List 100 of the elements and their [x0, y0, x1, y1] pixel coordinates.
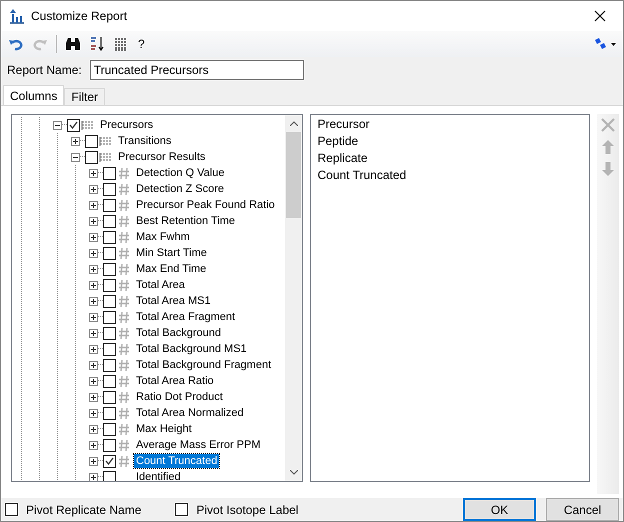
expand-icon[interactable] [89, 328, 98, 338]
checkbox[interactable] [103, 310, 116, 324]
tree-item[interactable]: Transitions [116, 134, 174, 148]
tree-item[interactable]: Identified [134, 470, 183, 481]
tree-item[interactable]: Precursor Peak Found Ratio [134, 198, 277, 212]
checkbox[interactable] [85, 150, 98, 164]
cancel-button[interactable]: Cancel [546, 498, 619, 521]
checkbox[interactable] [103, 326, 116, 340]
option-label: Pivot Isotope Label [196, 502, 298, 516]
expand-icon[interactable] [89, 472, 98, 481]
tree-item[interactable]: Detection Q Value [134, 166, 226, 180]
tree-item[interactable]: Max Height [134, 422, 194, 436]
list-item[interactable]: Peptide [317, 133, 584, 150]
report-name-field[interactable]: Truncated Precursors [90, 60, 304, 80]
expand-icon[interactable] [89, 360, 98, 370]
tree-item[interactable]: Total Area MS1 [134, 294, 213, 308]
checkbox[interactable] [103, 230, 116, 244]
option-label: Pivot Replicate Name [26, 502, 142, 516]
expand-icon[interactable] [89, 312, 98, 322]
tree-item[interactable]: Total Area Normalized [134, 406, 246, 420]
sort-icon [89, 36, 105, 52]
expand-icon[interactable] [89, 344, 98, 354]
help-button[interactable]: ? [134, 33, 149, 55]
hash-icon [118, 198, 130, 212]
checkbox[interactable] [103, 246, 116, 260]
table-icon [99, 152, 113, 162]
hash-icon [118, 166, 130, 180]
tree-item[interactable]: Ratio Dot Product [134, 390, 225, 404]
checkbox[interactable] [103, 214, 116, 228]
tree-item[interactable]: Min Start Time [134, 246, 209, 260]
expand-icon[interactable] [89, 200, 98, 210]
checkbox[interactable] [103, 374, 116, 388]
checkbox[interactable] [5, 503, 18, 516]
expand-icon[interactable] [89, 456, 98, 466]
expand-icon[interactable] [89, 280, 98, 290]
hash-icon [118, 278, 130, 292]
expand-icon[interactable] [89, 392, 98, 402]
hash-icon [118, 294, 130, 308]
up-arrow-icon [602, 140, 614, 154]
expand-icon[interactable] [71, 136, 80, 146]
expand-icon[interactable] [89, 376, 98, 386]
tree-item[interactable]: Total Background MS1 [134, 342, 249, 356]
expand-icon[interactable] [89, 248, 98, 258]
checkbox[interactable] [103, 262, 116, 276]
checkbox[interactable] [85, 134, 98, 148]
checkbox[interactable] [103, 342, 116, 356]
checkbox[interactable] [103, 406, 116, 420]
delete-icon [601, 118, 616, 132]
expand-icon[interactable] [89, 232, 98, 242]
hash-icon [118, 246, 130, 260]
list-item[interactable]: Replicate [317, 150, 584, 167]
expand-icon[interactable] [89, 408, 98, 418]
checkbox[interactable] [103, 438, 116, 452]
checkbox[interactable] [103, 454, 116, 468]
tree-item[interactable]: Total Background Fragment [134, 358, 274, 372]
scroll-down-icon [290, 470, 298, 475]
list-item[interactable]: Count Truncated [317, 167, 584, 184]
hash-icon [118, 182, 130, 196]
tree-item[interactable]: Total Area [134, 278, 187, 292]
collapse-icon[interactable] [53, 120, 62, 130]
expand-icon[interactable] [89, 296, 98, 306]
expand-icon[interactable] [89, 440, 98, 450]
tab[interactable]: Filter [64, 88, 106, 105]
tree-item[interactable]: Total Background [134, 326, 223, 340]
checkbox[interactable] [103, 278, 116, 292]
tab[interactable]: Columns [3, 85, 64, 105]
expand-icon[interactable] [89, 184, 98, 194]
checkbox[interactable] [103, 198, 116, 212]
tree-item[interactable]: Average Mass Error PPM [134, 438, 263, 452]
checkbox[interactable] [103, 294, 116, 308]
tree-item[interactable]: Best Retention Time [134, 214, 238, 228]
checkbox[interactable] [103, 422, 116, 436]
hash-icon [118, 310, 130, 324]
checkbox[interactable] [175, 503, 188, 516]
list-item[interactable]: Precursor [317, 116, 584, 133]
checkbox[interactable] [103, 182, 116, 196]
collapse-icon[interactable] [71, 152, 80, 162]
checkbox[interactable] [103, 390, 116, 404]
scroll-thumb[interactable] [286, 132, 302, 218]
scrollbar[interactable] [285, 115, 302, 481]
expand-icon[interactable] [89, 264, 98, 274]
checkbox[interactable] [67, 118, 80, 132]
hash-icon [118, 214, 130, 228]
ok-button[interactable]: OK [463, 498, 536, 521]
checkbox[interactable] [103, 358, 116, 372]
tree-item[interactable]: Precursor Results [116, 150, 208, 164]
tree-item[interactable]: Total Area Fragment [134, 310, 238, 324]
checkbox[interactable] [103, 166, 116, 180]
hash-icon [118, 342, 130, 356]
expand-icon[interactable] [89, 168, 98, 178]
checkbox[interactable] [103, 470, 116, 481]
tree-item[interactable]: Detection Z Score [134, 182, 226, 196]
tree-item[interactable]: Total Area Ratio [134, 374, 216, 388]
hash-icon [118, 358, 130, 372]
expand-icon[interactable] [89, 424, 98, 434]
expand-icon[interactable] [89, 216, 98, 226]
tree-item[interactable]: Max Fwhm [134, 230, 192, 244]
tree-item[interactable]: Max End Time [134, 262, 208, 276]
tree-item[interactable]: Count Truncated [134, 454, 220, 468]
tree-item[interactable]: Precursors [98, 118, 156, 132]
